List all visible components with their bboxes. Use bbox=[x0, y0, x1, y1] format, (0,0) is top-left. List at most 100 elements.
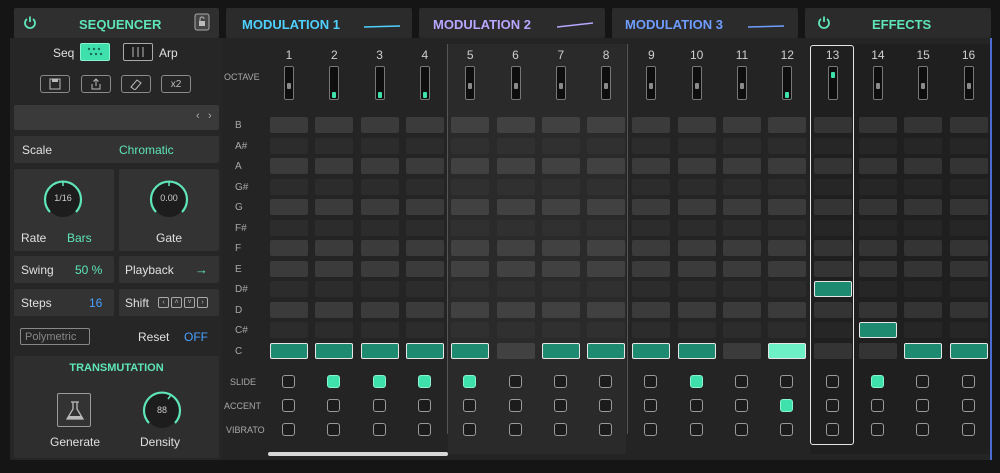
note-cell[interactable] bbox=[904, 301, 943, 318]
note-cell[interactable] bbox=[813, 260, 852, 277]
step-number-13[interactable]: 13 bbox=[814, 48, 852, 62]
octave-slider-thumb[interactable] bbox=[604, 83, 609, 89]
step-number-12[interactable]: 12 bbox=[768, 48, 806, 62]
note-cell[interactable] bbox=[405, 199, 444, 215]
note-cell[interactable] bbox=[723, 281, 761, 297]
note-cell[interactable] bbox=[270, 199, 308, 215]
note-cell-active[interactable] bbox=[315, 342, 354, 359]
note-cell[interactable] bbox=[768, 240, 807, 256]
note-cell[interactable] bbox=[904, 199, 943, 215]
note-cell-active[interactable] bbox=[813, 281, 852, 297]
vibrato-checkbox[interactable] bbox=[644, 423, 658, 436]
accent-checkbox[interactable] bbox=[553, 399, 567, 412]
note-cell[interactable] bbox=[541, 137, 580, 154]
note-cell[interactable] bbox=[315, 260, 354, 277]
note-cell[interactable] bbox=[677, 219, 716, 236]
octave-slider[interactable] bbox=[465, 66, 476, 100]
note-cell[interactable] bbox=[813, 178, 852, 195]
note-cell[interactable] bbox=[723, 158, 761, 174]
note-cell[interactable] bbox=[813, 199, 852, 215]
note-cell[interactable] bbox=[904, 240, 943, 256]
note-cell[interactable] bbox=[270, 178, 308, 195]
note-cell[interactable] bbox=[632, 137, 671, 154]
rate-unit[interactable]: Bars bbox=[67, 231, 92, 245]
shift-left-button[interactable]: ‹ bbox=[158, 297, 169, 308]
note-cell[interactable] bbox=[723, 117, 761, 133]
note-cell[interactable] bbox=[858, 137, 897, 154]
note-cell[interactable] bbox=[451, 137, 490, 154]
note-cell[interactable] bbox=[768, 199, 807, 215]
note-cell[interactable] bbox=[723, 240, 761, 256]
note-cell[interactable] bbox=[270, 158, 308, 174]
note-cell[interactable] bbox=[496, 219, 535, 236]
note-cell[interactable] bbox=[723, 219, 761, 236]
note-cell[interactable] bbox=[451, 219, 490, 236]
note-cell[interactable] bbox=[360, 158, 399, 174]
note-cell[interactable] bbox=[315, 178, 354, 195]
note-cell[interactable] bbox=[315, 240, 354, 256]
note-cell[interactable] bbox=[405, 178, 444, 195]
note-cell[interactable] bbox=[270, 137, 308, 154]
note-cell[interactable] bbox=[632, 219, 671, 236]
slide-checkbox[interactable] bbox=[327, 375, 341, 388]
note-cell[interactable] bbox=[813, 322, 852, 338]
slide-checkbox[interactable] bbox=[553, 375, 567, 388]
note-cell[interactable] bbox=[541, 260, 580, 277]
note-cell[interactable] bbox=[451, 281, 490, 297]
slide-checkbox[interactable] bbox=[870, 375, 884, 388]
generate-button[interactable] bbox=[57, 393, 91, 427]
accent-checkbox[interactable] bbox=[735, 399, 748, 412]
note-cell[interactable] bbox=[858, 281, 897, 297]
slide-checkbox[interactable] bbox=[372, 375, 386, 388]
note-cell[interactable] bbox=[360, 117, 399, 133]
note-cell[interactable] bbox=[858, 117, 897, 133]
step-number-5[interactable]: 5 bbox=[451, 48, 489, 62]
octave-slider-thumb[interactable] bbox=[785, 92, 790, 98]
note-cell[interactable] bbox=[587, 137, 626, 154]
octave-slider[interactable] bbox=[555, 66, 566, 100]
note-cell[interactable] bbox=[360, 281, 399, 297]
vibrato-checkbox[interactable] bbox=[961, 423, 975, 436]
slide-checkbox[interactable] bbox=[508, 375, 522, 388]
vibrato-checkbox[interactable] bbox=[780, 423, 794, 436]
swing-row[interactable]: Swing 50 % bbox=[14, 256, 114, 283]
octave-slider-thumb[interactable] bbox=[830, 72, 835, 78]
note-cell[interactable] bbox=[813, 219, 852, 236]
note-cell[interactable] bbox=[723, 322, 761, 338]
note-cell[interactable] bbox=[451, 301, 490, 318]
note-cell[interactable] bbox=[904, 117, 943, 133]
note-cell[interactable] bbox=[405, 137, 444, 154]
octave-slider-thumb[interactable] bbox=[649, 83, 654, 89]
note-cell[interactable] bbox=[632, 117, 671, 133]
steps-row[interactable]: Steps 16 bbox=[14, 289, 114, 316]
note-cell[interactable] bbox=[858, 301, 897, 318]
note-cell-active[interactable] bbox=[768, 342, 807, 359]
note-cell[interactable] bbox=[632, 240, 671, 256]
note-cell[interactable] bbox=[768, 178, 807, 195]
note-cell[interactable] bbox=[904, 260, 943, 277]
slide-checkbox[interactable] bbox=[463, 375, 477, 388]
note-cell[interactable] bbox=[405, 240, 444, 256]
accent-checkbox[interactable] bbox=[327, 399, 341, 412]
note-cell[interactable] bbox=[587, 301, 626, 318]
octave-slider-thumb[interactable] bbox=[558, 83, 563, 89]
step-number-8[interactable]: 8 bbox=[587, 48, 625, 62]
accent-checkbox[interactable] bbox=[508, 399, 522, 412]
octave-slider[interactable] bbox=[963, 66, 974, 100]
note-cell[interactable] bbox=[858, 342, 897, 359]
shift-right-button[interactable]: › bbox=[197, 297, 208, 308]
note-cell[interactable] bbox=[677, 199, 716, 215]
note-cell[interactable] bbox=[949, 219, 988, 236]
note-cell-active[interactable] bbox=[904, 342, 943, 359]
note-cell[interactable] bbox=[677, 158, 716, 174]
note-cell[interactable] bbox=[949, 281, 988, 297]
note-cell[interactable] bbox=[949, 199, 988, 215]
note-cell[interactable] bbox=[768, 219, 807, 236]
note-cell[interactable] bbox=[496, 199, 535, 215]
note-cell[interactable] bbox=[949, 322, 988, 338]
note-cell[interactable] bbox=[451, 322, 490, 338]
octave-slider-thumb[interactable] bbox=[921, 83, 926, 89]
note-cell[interactable] bbox=[949, 301, 988, 318]
reset-value[interactable]: OFF bbox=[184, 330, 208, 344]
note-cell[interactable] bbox=[949, 158, 988, 174]
